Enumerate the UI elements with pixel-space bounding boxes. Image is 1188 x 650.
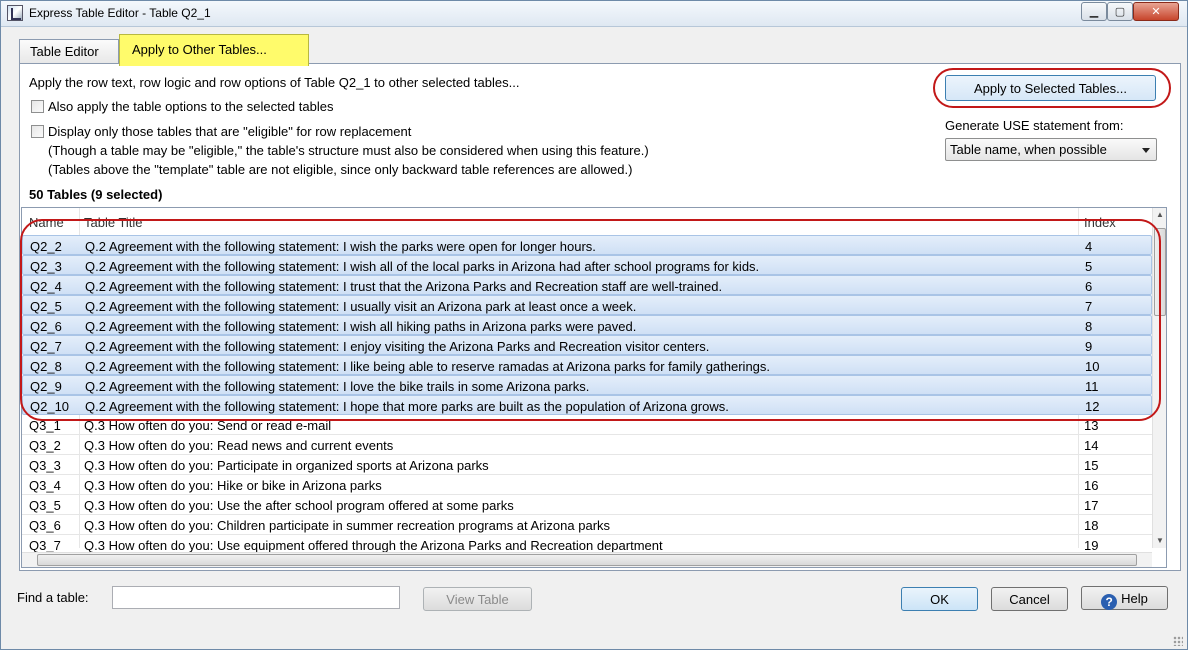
row-title: Q.3 How often do you: Use equipment offe… xyxy=(84,538,663,553)
window-title: Express Table Editor - Table Q2_1 xyxy=(29,6,211,20)
row-index: 15 xyxy=(1084,458,1099,473)
minimize-button[interactable]: ▁ xyxy=(1081,2,1107,21)
view-table-button[interactable]: View Table xyxy=(423,587,532,611)
dropdown-arrow-icon xyxy=(1142,148,1150,153)
row-name: Q3_7 xyxy=(29,538,61,553)
close-icon: ✕ xyxy=(1151,6,1161,18)
title-bar: Express Table Editor - Table Q2_1 ▁ ▢ ✕ xyxy=(1,1,1187,27)
also-apply-checkbox[interactable] xyxy=(31,100,44,113)
row-index: 17 xyxy=(1084,498,1099,513)
close-button[interactable]: ✕ xyxy=(1133,2,1179,21)
generate-use-select[interactable]: Table name, when possible xyxy=(945,138,1157,161)
table-count: 50 Tables (9 selected) xyxy=(29,187,163,202)
help-button[interactable]: ? Help xyxy=(1081,586,1168,610)
scroll-down-icon[interactable]: ▼ xyxy=(1156,536,1164,545)
app-icon xyxy=(7,5,23,21)
ok-button[interactable]: OK xyxy=(901,587,978,611)
scroll-up-icon[interactable]: ▲ xyxy=(1156,210,1164,219)
help-button-label: Help xyxy=(1121,591,1148,606)
find-table-input[interactable] xyxy=(112,586,400,609)
row-title: Q.3 How often do you: Use the after scho… xyxy=(84,498,514,513)
cancel-button[interactable]: Cancel xyxy=(991,587,1068,611)
eligible-note-2: (Tables above the "template" table are n… xyxy=(48,162,633,177)
row-name: Q3_3 xyxy=(29,458,61,473)
row-name: Q3_6 xyxy=(29,518,61,533)
row-name: Q3_4 xyxy=(29,478,61,493)
help-icon: ? xyxy=(1101,594,1118,610)
generate-use-value: Table name, when possible xyxy=(950,142,1107,157)
table-row[interactable]: Q3_3 Q.3 How often do you: Participate in… xyxy=(22,455,1152,475)
intro-text: Apply the row text, row logic and row op… xyxy=(29,75,520,90)
maximize-button[interactable]: ▢ xyxy=(1107,2,1133,21)
row-title: Q.3 How often do you: Children participa… xyxy=(84,518,611,533)
generate-use-label: Generate USE statement from: xyxy=(945,118,1124,133)
row-title: Q.3 How often do you: Participate in org… xyxy=(84,458,489,473)
tab-apply-to-other-tables[interactable]: Apply to Other Tables... xyxy=(119,34,309,66)
annotation-ring-selected-rows xyxy=(20,219,1161,421)
row-name: Q3_2 xyxy=(29,438,61,453)
table-row[interactable]: Q3_4 Q.3 How often do you: Hike or bike i… xyxy=(22,475,1152,495)
also-apply-label: Also apply the table options to the sele… xyxy=(48,99,334,114)
row-index: 16 xyxy=(1084,478,1099,493)
row-index: 18 xyxy=(1084,518,1099,533)
dialog-window: Express Table Editor - Table Q2_1 ▁ ▢ ✕ … xyxy=(0,0,1188,650)
annotation-ring-apply-button xyxy=(933,68,1171,108)
horizontal-scrollbar[interactable] xyxy=(22,552,1152,567)
table-row[interactable]: Q3_5 Q.3 How often do you: Use the after … xyxy=(22,495,1152,515)
maximize-icon: ▢ xyxy=(1114,6,1126,18)
row-title: Q.3 How often do you: Hike or bike in Ar… xyxy=(84,478,382,493)
row-index: 14 xyxy=(1084,438,1099,453)
row-name: Q3_5 xyxy=(29,498,61,513)
horizontal-scroll-thumb[interactable] xyxy=(37,554,1137,566)
eligible-note-1: (Though a table may be "eligible," the t… xyxy=(48,143,649,158)
table-row[interactable]: Q3_6 Q.3 How often do you: Children parti… xyxy=(22,515,1152,535)
resize-grip[interactable] xyxy=(1173,636,1183,646)
table-row[interactable]: Q3_2 Q.3 How often do you: Read news and … xyxy=(22,435,1152,455)
row-title: Q.3 How often do you: Read news and curr… xyxy=(84,438,394,453)
tab-table-editor[interactable]: Table Editor xyxy=(19,39,119,63)
minimize-icon: ▁ xyxy=(1089,6,1099,18)
eligible-only-checkbox[interactable] xyxy=(31,125,44,138)
row-index: 19 xyxy=(1084,538,1099,553)
find-table-label: Find a table: xyxy=(17,590,89,605)
eligible-only-label: Display only those tables that are "elig… xyxy=(48,124,412,139)
